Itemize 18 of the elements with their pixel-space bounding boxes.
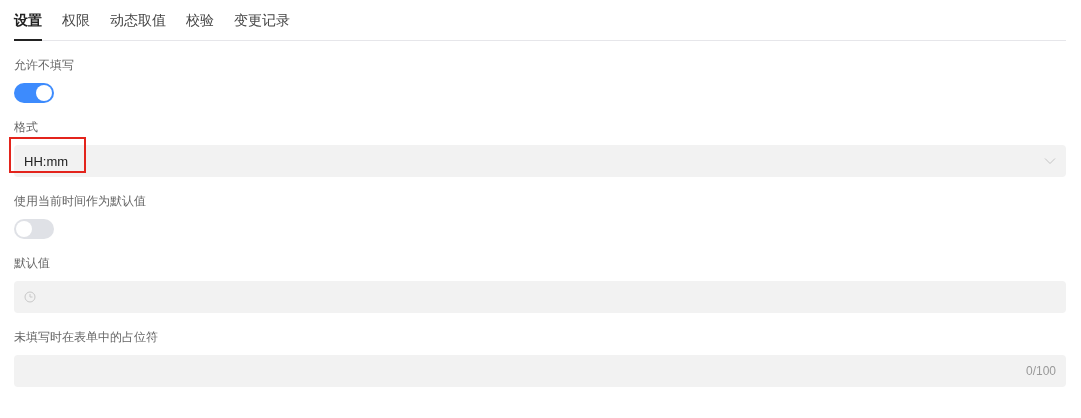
toggle-switch[interactable] (14, 83, 54, 103)
field-label: 使用当前时间作为默认值 (14, 193, 147, 209)
field-label: 默认值 (14, 255, 51, 271)
char-counter: 0/100 (1025, 364, 1056, 378)
field-label: 格式 (14, 119, 39, 135)
time-field[interactable] (14, 281, 1066, 313)
toggle-switch[interactable] (14, 219, 54, 239)
clock-icon (24, 291, 36, 303)
tab[interactable]: 权限 (62, 0, 90, 41)
tab[interactable]: 设置 (14, 0, 42, 41)
tab[interactable]: 变更记录 (234, 0, 290, 41)
field-label: 未填写时在表单中的占位符 (14, 329, 159, 345)
tab[interactable]: 校验 (186, 0, 214, 41)
chevron-down-icon (1044, 157, 1056, 165)
select-value: HH:mm (24, 153, 69, 169)
tab[interactable]: 动态取值 (110, 0, 166, 41)
field-label: 允许不填写 (14, 57, 75, 73)
format-select[interactable]: HH:mm (14, 145, 1066, 177)
